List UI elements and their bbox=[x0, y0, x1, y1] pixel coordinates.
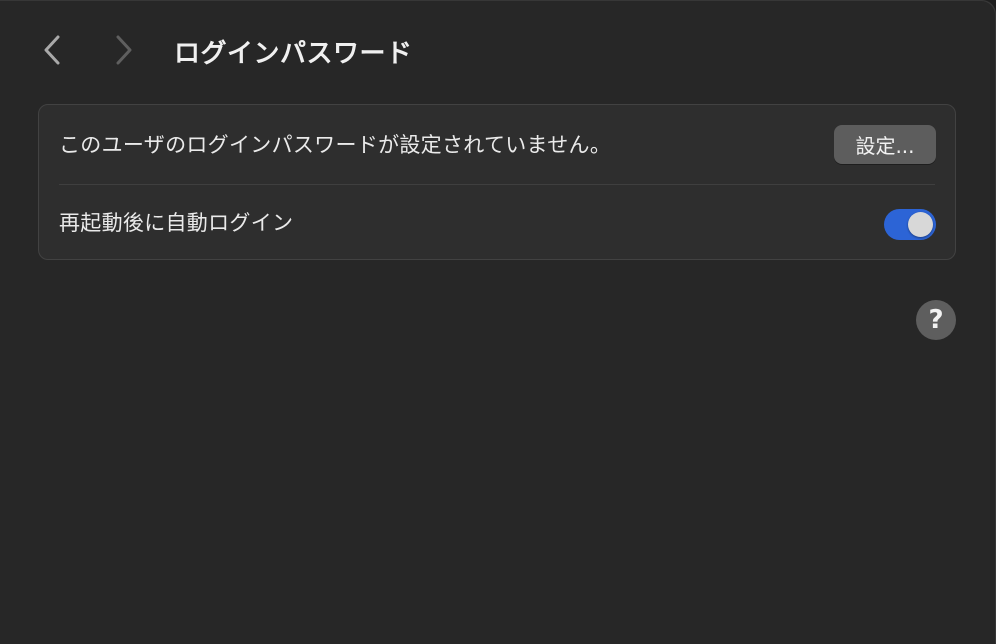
toolbar: ログインパスワード bbox=[0, 0, 996, 100]
back-button[interactable] bbox=[30, 28, 74, 72]
auto-login-row: 再起動後に自動ログイン bbox=[39, 183, 955, 261]
password-status-label: このユーザのログインパスワードが設定されていません。 bbox=[59, 133, 612, 157]
help-button[interactable]: ? bbox=[916, 300, 956, 340]
chevron-left-icon bbox=[44, 35, 60, 65]
settings-window: ログインパスワード このユーザのログインパスワードが設定されていません。 設定.… bbox=[0, 0, 996, 644]
toggle-knob bbox=[908, 212, 933, 237]
set-password-button[interactable]: 設定... bbox=[834, 125, 936, 164]
page-title: ログインパスワード bbox=[174, 39, 413, 69]
settings-group: このユーザのログインパスワードが設定されていません。 設定... 再起動後に自動… bbox=[38, 104, 956, 260]
question-mark-icon: ? bbox=[928, 305, 944, 335]
password-row: このユーザのログインパスワードが設定されていません。 設定... bbox=[39, 105, 955, 183]
auto-login-label: 再起動後に自動ログイン bbox=[59, 211, 294, 235]
forward-button[interactable] bbox=[102, 28, 146, 72]
auto-login-toggle[interactable] bbox=[884, 209, 936, 240]
chevron-right-icon bbox=[116, 35, 132, 65]
